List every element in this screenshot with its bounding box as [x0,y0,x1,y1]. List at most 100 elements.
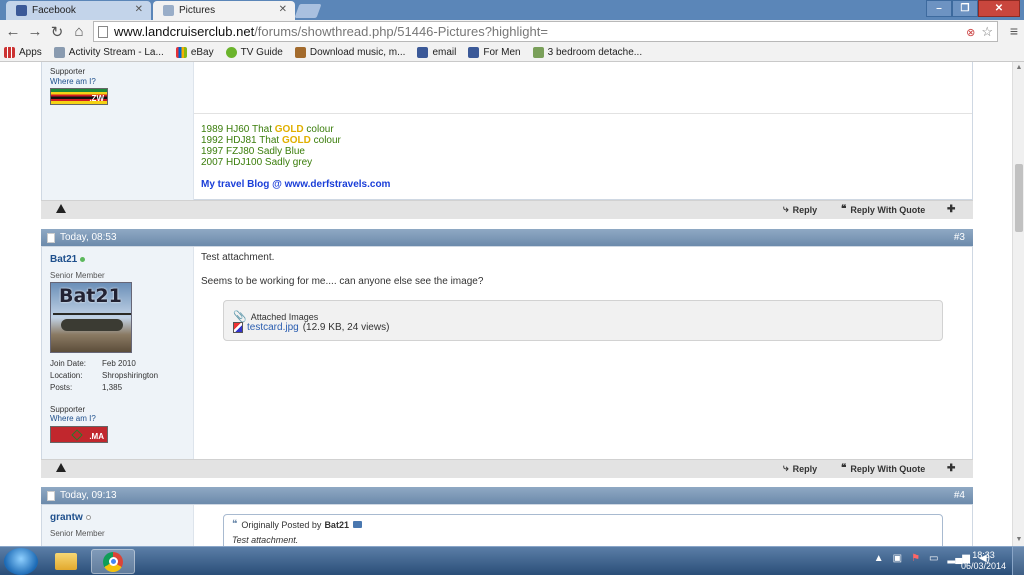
chrome-menu-icon[interactable]: ≡ [1010,23,1018,39]
post-number[interactable]: #3 [954,232,965,243]
maximize-button[interactable]: ❐ [952,0,978,17]
page-icon [98,25,108,38]
minimize-button[interactable]: – [926,0,952,17]
bookmark-star-icon[interactable]: ☆ [981,24,993,40]
page-scrollbar[interactable]: ▲ ▼ [1012,62,1024,546]
post-4: grantw Senior Member ❝ Originally Posted… [41,504,973,546]
username-link[interactable]: grantw [50,512,83,523]
quote-icon: ❝ [232,519,238,530]
reply-button[interactable]: ⤷ Reply [783,463,817,474]
where-am-i-label: Where am I? [50,414,96,423]
reply-with-quote-button[interactable]: ❝ Reply With Quote [841,204,925,215]
bookmark-for-men[interactable]: For Men [468,46,521,58]
chrome-taskbar-icon[interactable] [91,549,135,574]
post-body: ❝ Originally Posted by Bat21 Test attach… [194,505,972,546]
show-hidden-icons-icon[interactable]: ▲ [874,553,884,564]
tab-label: Facebook [32,5,76,16]
username-link[interactable]: Bat21 [50,254,77,265]
reply-with-quote-button[interactable]: ❝ Reply With Quote [841,463,925,474]
folder-shape [55,553,77,570]
post-userinfo: Bat21 Senior Member Bat21 Join Date: Feb… [42,247,194,459]
user-avatar[interactable]: Bat21 [50,282,132,353]
tab-facebook[interactable]: Facebook ✕ [6,1,151,20]
signature-divider [194,113,972,114]
clock-date: 06/03/2014 [960,561,1006,571]
page-favicon-icon [163,5,174,16]
supporter-label: Supporter [50,405,86,414]
display-icon[interactable]: ▭ [929,553,938,564]
bookmark-3-bedroom[interactable]: 3 bedroom detache... [532,46,642,58]
post-date: Today, 08:53 [60,232,117,243]
apps-grid-icon [4,46,15,58]
bookmark-download-music[interactable]: Download music, m... [294,46,405,58]
ebay-icon [175,46,187,58]
signature: 1989 HJ60 That GOLD colour 1992 HDJ81 Th… [201,124,390,190]
reply-button[interactable]: ⤷ Reply [783,204,817,215]
activity-stream-icon [53,46,65,58]
quote-text: Test attachment. [232,535,299,545]
close-window-button[interactable]: ✕ [978,0,1020,17]
clock-time: 18:33 [972,550,995,560]
multi-quote-button[interactable]: ✚ [947,204,959,215]
view-post-icon[interactable] [352,521,362,528]
reload-icon[interactable]: ↻ [46,22,68,42]
windows-taskbar: ▲ ▣ ⚑ ▭ ▂▄▆ ◀) 18:33 06/03/2014 [0,546,1024,575]
bookmark-email[interactable]: email [417,46,456,58]
offline-status-icon [85,515,91,520]
post-previous: Supporter Where am I? .ZW 1989 HJ60 That… [41,62,973,201]
forward-arrow-icon[interactable]: → [24,22,46,42]
posts-value: 1,385 [102,383,123,392]
browser-tab-strip: Facebook ✕ Pictures ✕ – ❐ ✕ [0,0,1024,20]
url-path: /forums/showthread.php/51446-Pictures?hi… [254,24,548,39]
window-controls: – ❐ ✕ [926,0,1020,17]
network-icon[interactable]: ▣ [893,553,902,564]
bookmark-activity-stream[interactable]: Activity Stream - La... [53,46,164,58]
tab-pictures[interactable]: Pictures ✕ [153,1,295,20]
post-3: Bat21 Senior Member Bat21 Join Date: Feb… [41,246,973,460]
post-header-4: Today, 09:13 #4 [41,487,973,504]
facebook-favicon-icon [16,5,27,16]
location-label: Location: [50,371,83,380]
scroll-up-icon[interactable]: ▲ [1013,62,1024,74]
address-bar[interactable]: www.landcruiserclub.net/forums/showthrea… [93,21,998,42]
post-number[interactable]: #4 [954,490,965,501]
page-viewport: Supporter Where am I? .ZW 1989 HJ60 That… [0,62,1012,546]
travel-blog-link[interactable]: My travel Blog @ www.derfstravels.com [201,179,390,190]
file-explorer-icon[interactable] [44,549,88,574]
image-file-icon [233,322,243,333]
country-flag-zw[interactable]: .ZW [50,88,108,105]
user-title: Senior Member [50,271,105,280]
scroll-thumb[interactable] [1015,164,1023,232]
show-desktop-button[interactable] [1012,547,1024,575]
bookmark-apps[interactable]: Apps [4,46,42,58]
signature-line-4: 2007 HDJ100 Sadly grey [201,157,313,168]
bookmark-ebay[interactable]: eBay [175,46,214,58]
chrome-logo-shape [103,551,123,572]
location-value: Shropshirington [102,371,159,380]
close-tab-icon[interactable]: ✕ [135,4,143,15]
attachment-link[interactable]: testcard.jpg [247,322,299,333]
house-icon [532,46,544,58]
back-arrow-icon[interactable]: ← [2,22,24,42]
windows-start-icon[interactable] [4,548,38,575]
action-center-icon[interactable]: ⚑ [911,553,920,564]
quote-bubble-icon: ❝ [841,463,847,474]
rotor-shape [53,313,131,315]
scroll-down-icon[interactable]: ▼ [1013,534,1024,546]
posts-label: Posts: [50,383,73,392]
bookmark-tv-guide[interactable]: TV Guide [225,46,283,58]
helicopter-shape [61,319,123,331]
report-post-icon[interactable] [56,204,66,213]
multi-quote-button[interactable]: ✚ [947,463,959,474]
reply-arrow-icon: ⤷ [783,463,789,474]
download-music-icon [294,46,306,58]
close-tab-icon[interactable]: ✕ [279,4,287,15]
report-post-icon[interactable] [56,463,66,472]
post-date: Today, 09:13 [60,490,117,501]
taskbar-clock[interactable]: 18:33 06/03/2014 [961,550,1006,572]
home-icon[interactable]: ⌂ [68,22,90,42]
blocked-popup-icon[interactable]: ⊗ [966,26,975,39]
new-tab-button[interactable] [294,4,322,18]
flag-star-shape [71,429,83,441]
country-flag-ma[interactable]: .MA [50,426,108,443]
